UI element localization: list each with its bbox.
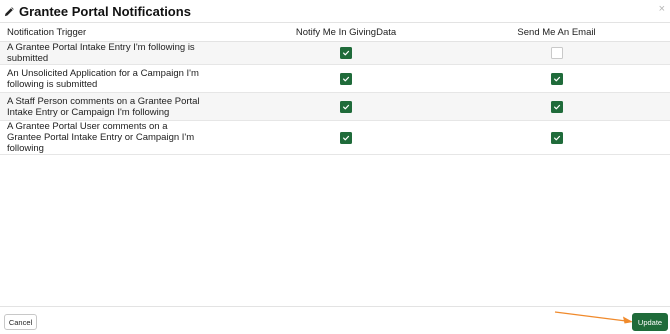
notify-checkbox[interactable] [340,131,352,144]
update-button[interactable]: Update [632,313,668,331]
notify-cell [249,41,443,65]
notify-checkbox[interactable] [340,100,352,113]
close-icon[interactable]: × [659,3,665,15]
notify-cell [249,120,443,155]
trigger-label: An Unsolicited Application for a Campaig… [7,67,199,90]
cancel-button[interactable]: Cancel [4,314,37,330]
table-row: A Grantee Portal Intake Entry I'm follow… [0,41,670,65]
table-row: A Staff Person comments on a Grantee Por… [0,92,670,121]
annotation-arrow-icon [554,311,633,324]
email-cell [443,41,670,65]
table-header-row: Notification Trigger Notify Me In Giving… [0,23,670,42]
email-cell [443,92,670,121]
trigger-cell: A Grantee Portal Intake Entry I'm follow… [0,41,249,65]
trigger-cell: A Grantee Portal User comments on a Gran… [0,120,249,155]
email-checkbox[interactable] [550,72,563,85]
notify-checkbox[interactable] [340,47,352,59]
email-cell [443,64,670,93]
trigger-label: A Grantee Portal User comments on a Gran… [7,121,195,154]
trigger-cell: An Unsolicited Application for a Campaig… [0,64,249,93]
email-checkbox[interactable] [550,47,563,59]
table-row: An Unsolicited Application for a Campaig… [0,64,670,93]
notifications-table: Notification Trigger Notify Me In Giving… [0,23,670,155]
notify-cell [249,64,443,93]
email-checkbox[interactable] [550,100,563,113]
trigger-label: A Staff Person comments on a Grantee Por… [7,95,200,118]
notify-checkbox[interactable] [340,72,352,85]
column-header-notify: Notify Me In GivingData [249,23,443,42]
email-checkbox[interactable] [550,131,563,144]
pencil-icon [4,7,14,17]
dialog-header: Grantee Portal Notifications × [0,0,670,22]
column-header-email: Send Me An Email [443,23,670,42]
column-header-trigger: Notification Trigger [0,23,249,42]
dialog-title-text: Grantee Portal Notifications [19,4,191,19]
dialog-title: Grantee Portal Notifications [4,4,191,19]
table-row: A Grantee Portal User comments on a Gran… [0,120,670,155]
notify-cell [249,92,443,121]
email-cell [443,120,670,155]
trigger-label: A Grantee Portal Intake Entry I'm follow… [7,42,195,64]
trigger-cell: A Staff Person comments on a Grantee Por… [0,92,249,121]
